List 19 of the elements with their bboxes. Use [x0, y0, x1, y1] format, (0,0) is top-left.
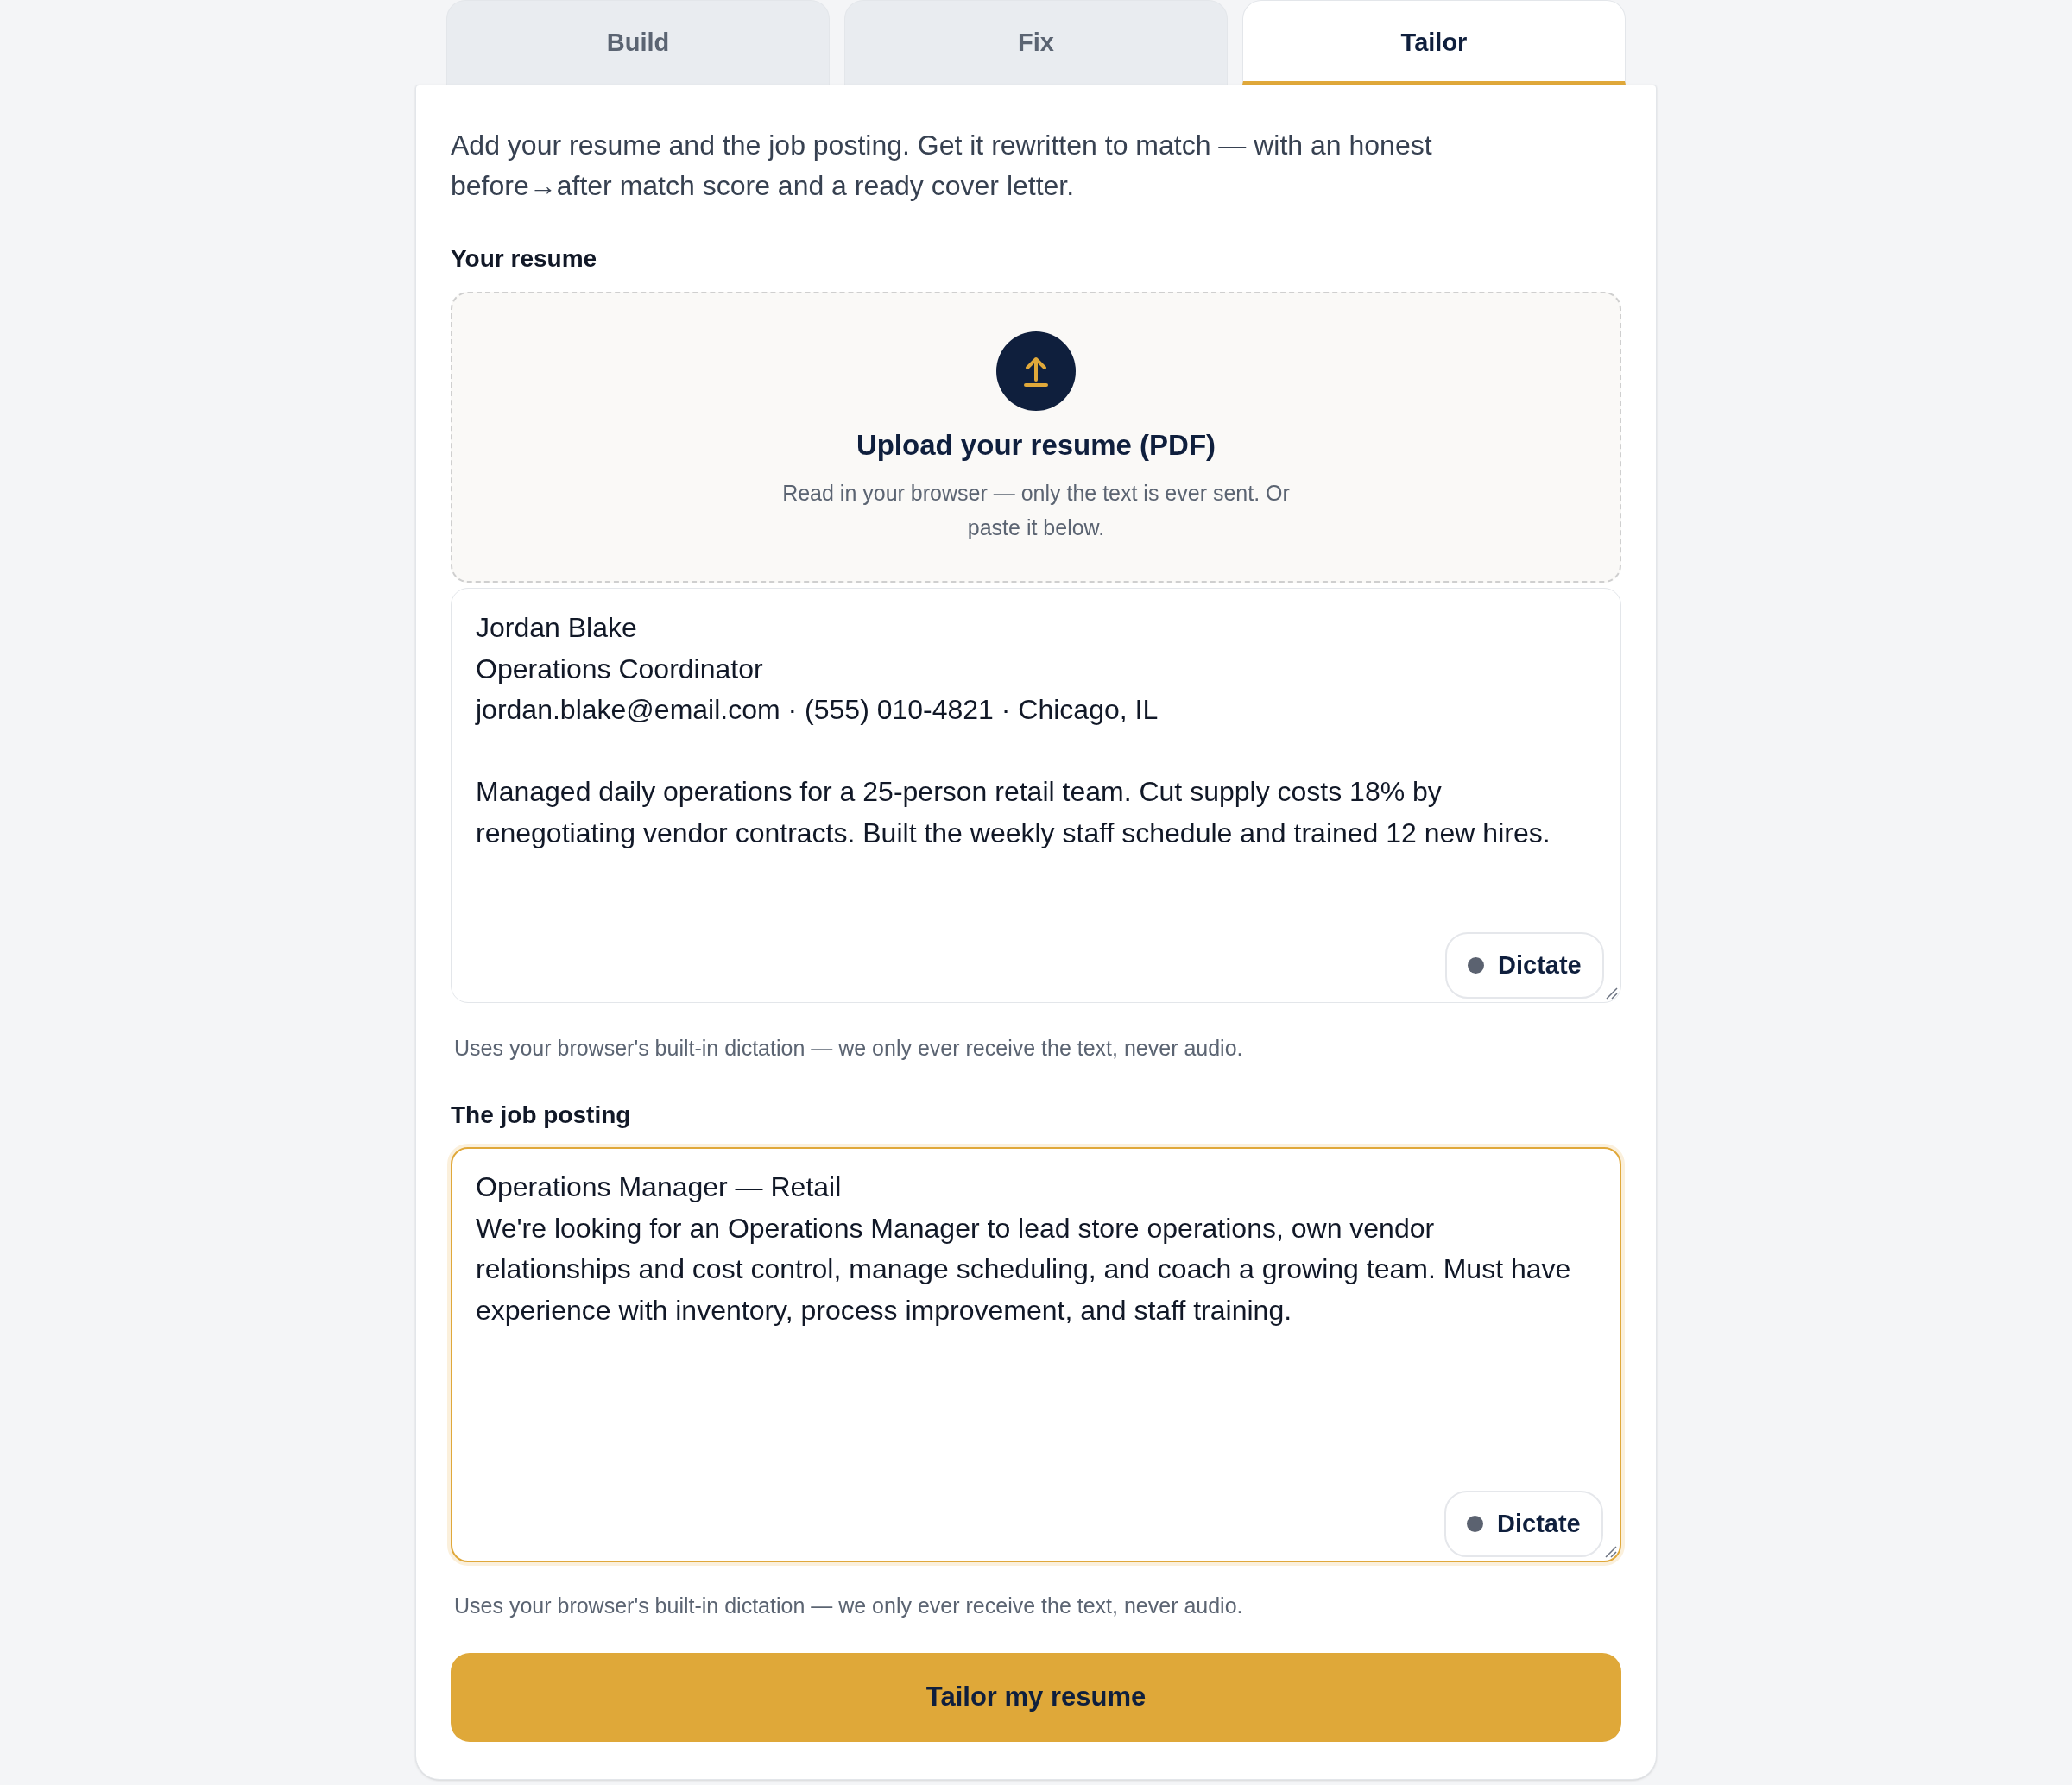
tab[interactable]: Fix — [844, 0, 1228, 85]
textarea-text: Jordan Blake Operations Coordinator jordan.blake@email.com · (555) 010-4821 · Chicago, IL Managed daily operations for a 25-person retail team. Cut supply costs 18% by renegotiating vendor contracts. Built the weekly staff schedule and trained 12 new hires. — [476, 611, 1551, 850]
field-label: The job posting — [451, 1101, 632, 1130]
upload-dropzone[interactable]: Upload your resume (PDF) Read in your browser — only the text is ever sent. Or paste it below. — [451, 292, 1621, 583]
tab[interactable]: Tailor — [1242, 0, 1626, 85]
upload-title: Upload your resume (PDF) — [856, 428, 1216, 463]
tailor-button[interactable]: Tailor my resume — [451, 1653, 1621, 1742]
field-label: Your resume — [451, 244, 598, 274]
textarea-text: Operations Manager — Retail We're looking for an Operations Manager to lead store operations, own vendor relationships and cost control, manage scheduling, and coach a growing team. Must have experience with inventory, process improvement, and staff training. — [476, 1170, 1572, 1328]
resize-handle-icon[interactable] — [1605, 1546, 1617, 1558]
dictate-button[interactable]: Dictate — [1445, 932, 1604, 999]
tab[interactable]: Build — [446, 0, 830, 85]
dictation-hint: Uses your browser's built-in dictation — we only ever receive the text, never audio. — [453, 1035, 1244, 1062]
resize-handle-icon[interactable] — [1606, 987, 1618, 1000]
dictate-button[interactable]: Dictate — [1444, 1491, 1603, 1557]
upload-icon — [996, 331, 1076, 411]
upload-subtitle: Read in your browser — only the text is ever sent. Or paste it below. — [781, 480, 1291, 541]
dictation-hint: Uses your browser's built-in dictation — we only ever receive the text, never audio. — [453, 1593, 1244, 1619]
intro-text: Add your resume and the job posting. Get it rewritten to match — with an honest before→after match score and a ready cover letter. — [451, 129, 1433, 203]
